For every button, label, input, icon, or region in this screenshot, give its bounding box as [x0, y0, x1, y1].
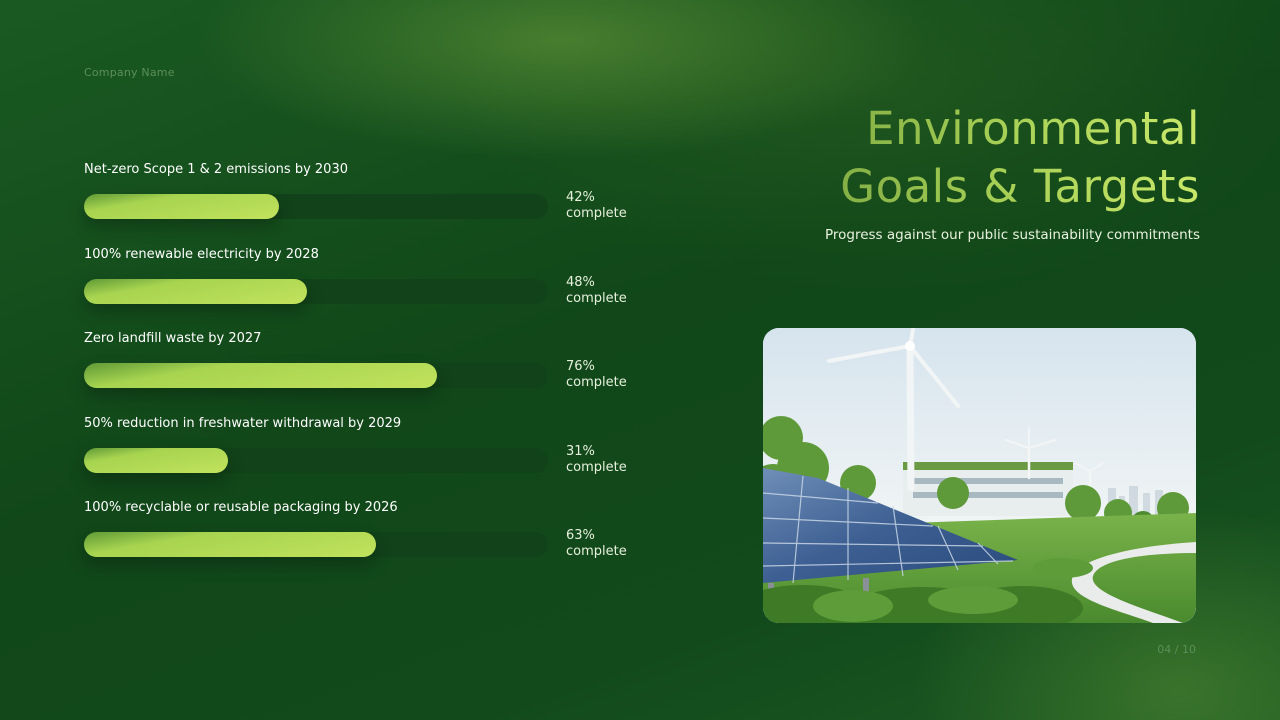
progress-track [84, 447, 548, 473]
title-line-2: Goals & Targets [840, 160, 1200, 213]
percent-value: 76% [566, 359, 595, 374]
progress-fill [84, 447, 228, 473]
percent-caption: complete [566, 544, 627, 559]
progress-fill [84, 532, 377, 557]
percent-value: 63% [566, 528, 595, 543]
sustainability-photo [763, 328, 1196, 623]
progress-track [84, 532, 548, 557]
progress-track [84, 278, 548, 304]
progress-fill [84, 278, 307, 304]
goals-list: Net-zero Scope 1 & 2 emissions by 2030 4… [84, 162, 684, 585]
progress-percent: 31% complete [566, 444, 627, 476]
goal-label: 50% reduction in freshwater withdrawal b… [84, 415, 402, 431]
progress-track [84, 363, 548, 388]
progress-track [84, 194, 548, 219]
percent-value: 31% [566, 443, 595, 459]
progress-percent: 48% complete [566, 275, 627, 307]
page-subtitle: Progress against our public sustainabili… [824, 227, 1200, 243]
percent-caption: complete [566, 290, 627, 306]
progress-fill [84, 194, 279, 219]
goal-label: 100% recyclable or reusable packaging by… [84, 500, 398, 515]
page-number: 04 / 10 [1157, 643, 1196, 656]
goal-label: 100% renewable electricity by 2028 [84, 246, 319, 262]
goal-item: 50% reduction in freshwater withdrawal b… [84, 416, 684, 501]
progress-percent: 76% complete [566, 359, 627, 391]
goal-item: Zero landfill waste by 2027 76% complete [84, 331, 684, 416]
goal-label: Net-zero Scope 1 & 2 emissions by 2030 [84, 162, 348, 177]
goal-item: 100% renewable electricity by 2028 48% c… [84, 247, 684, 332]
progress-percent: 42% complete [566, 190, 627, 222]
percent-value: 48% [566, 274, 595, 290]
percent-value: 42% [566, 190, 595, 205]
progress-fill [84, 363, 437, 388]
company-name: Company Name [84, 66, 175, 79]
goal-label: Zero landfill waste by 2027 [84, 331, 262, 346]
title-line-1: Environmental [866, 102, 1200, 155]
percent-caption: complete [566, 459, 627, 475]
percent-caption: complete [566, 375, 627, 390]
goal-item: 100% recyclable or reusable packaging by… [84, 500, 684, 585]
percent-caption: complete [566, 206, 627, 221]
progress-percent: 63% complete [566, 528, 627, 560]
page-title: Environmental Goals & Targets [730, 100, 1200, 216]
goal-item: Net-zero Scope 1 & 2 emissions by 2030 4… [84, 162, 684, 247]
